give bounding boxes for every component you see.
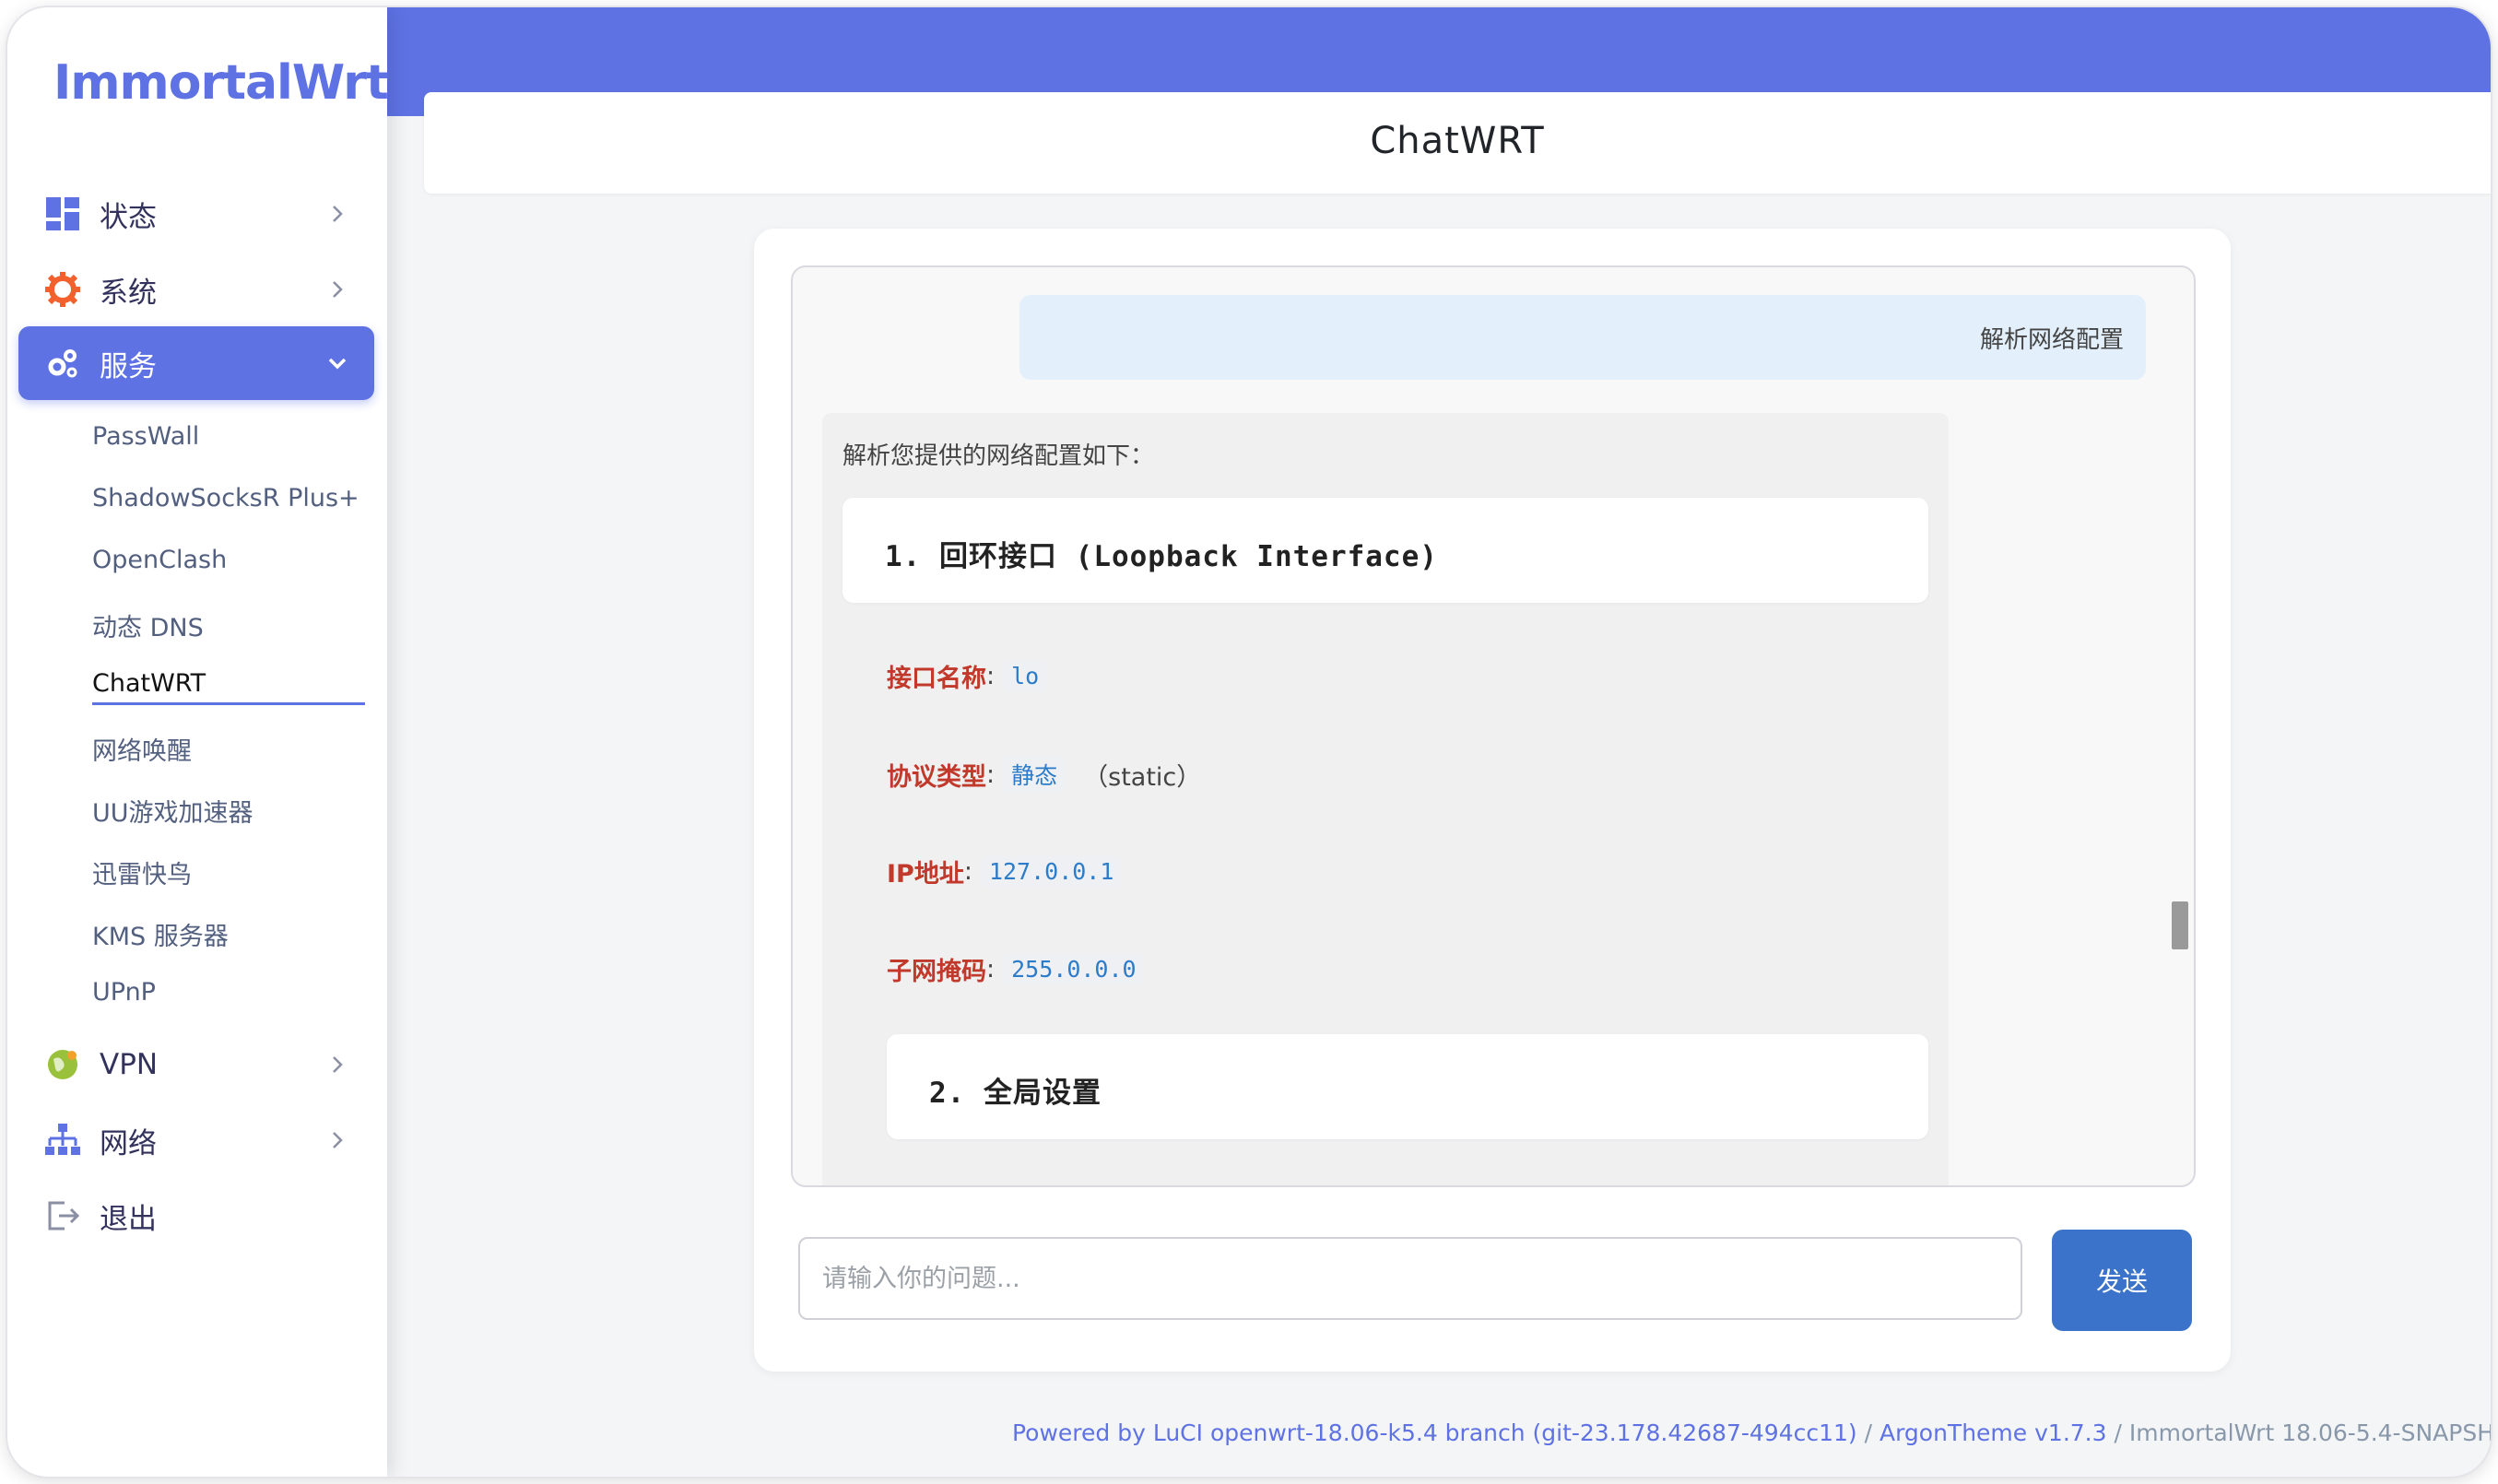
sidebar-item-label: VPN [100,1048,159,1081]
submenu-item-ddns[interactable]: 动态 DNS [92,607,204,643]
sidebar-item-label: 网络 [100,1126,157,1160]
field-note: （static） [1083,762,1202,792]
send-button[interactable]: 发送 [2052,1230,2192,1331]
title-card: ChatWRT [424,92,2491,194]
field-value: 255.0.0.0 [1004,954,1144,984]
footer-separator: / [2106,1419,2129,1446]
dashboard-icon [46,197,79,230]
submenu-item-passwall[interactable]: PassWall [92,422,199,451]
submenu-item-xunlei[interactable]: 迅雷快鸟 [92,854,192,890]
sidebar: ImmortalWrt 状态 系统 服务 PassWall ShadowSock… [7,7,389,1477]
section-heading: 1. 回环接口 (Loopback Interface) [885,540,1438,573]
browser-frame: ImmortalWrt 状态 系统 服务 PassWall ShadowSock… [7,7,2491,1477]
sidebar-item-label: 服务 [100,349,157,383]
config-field: IP地址: 127.0.0.1 [887,854,1122,889]
chat-panel: 解析网络配置 解析您提供的网络配置如下： 1. 回环接口 (Loopback I… [754,229,2231,1372]
submenu-item-chatwrt[interactable]: ChatWRT [92,669,206,698]
config-field: 协议类型: 静态 （static） [887,756,1201,793]
chevron-down-icon [328,358,347,370]
logo: ImmortalWrt [53,55,389,111]
section-heading: 2. 全局设置 [929,1077,1102,1110]
page-title: ChatWRT [1370,120,1545,162]
field-key: 协议类型 [887,762,986,792]
footer-separator: / [1856,1419,1879,1446]
field-key: 接口名称 [887,665,986,693]
sidebar-item-network[interactable]: 网络 [18,1103,374,1177]
config-field: 子网掩码: 255.0.0.0 [887,951,1144,987]
field-key: IP地址 [887,860,964,889]
submenu-item-upnp[interactable]: UPnP [92,978,156,1007]
bot-message: 解析您提供的网络配置如下： 1. 回环接口 (Loopback Interfac… [822,413,1949,1185]
section-heading-card: 1. 回环接口 (Loopback Interface) [842,498,1928,603]
active-submenu-underline [92,702,365,705]
scrollbar-thumb[interactable] [2172,901,2188,949]
sidebar-item-status[interactable]: 状态 [18,177,374,251]
user-message: 解析网络配置 [1019,295,2146,380]
chat-history[interactable]: 解析网络配置 解析您提供的网络配置如下： 1. 回环接口 (Loopback I… [791,265,2196,1187]
chevron-right-icon [333,206,343,222]
sidebar-item-label: 状态 [100,200,157,234]
field-value: 静态 [1004,756,1066,793]
submenu-item-openclash[interactable]: OpenClash [92,546,227,574]
question-input[interactable] [798,1237,2022,1320]
field-value: 127.0.0.1 [981,856,1122,887]
gears-icon [48,349,77,378]
chevron-right-icon [333,1056,343,1073]
sidebar-item-logout[interactable]: 退出 [18,1179,374,1253]
sidebar-item-label: 系统 [100,276,157,310]
field-key: 子网掩码 [887,958,986,986]
field-value: lo [1004,661,1047,691]
submenu-item-kms[interactable]: KMS 服务器 [92,916,229,952]
section-heading-card: 2. 全局设置 [887,1034,1928,1139]
bot-intro-text: 解析您提供的网络配置如下： [842,442,1155,470]
sitemap-icon [45,1124,80,1155]
gear-icon [45,272,80,307]
user-message-text: 解析网络配置 [1979,326,2124,354]
luci-link[interactable]: Powered by LuCI openwrt-18.06-k5.4 branc… [1012,1419,1857,1446]
chevron-right-icon [333,281,343,298]
sidebar-item-label: 退出 [100,1202,157,1236]
chevron-right-icon [333,1132,343,1148]
firmware-version: ImmortalWrt 18.06-5.4-SNAPSHOT r11928-ae… [2128,1419,2491,1446]
sidebar-item-system[interactable]: 系统 [18,253,374,326]
globe-icon [48,1050,77,1079]
sidebar-item-services[interactable]: 服务 [18,326,374,400]
footer: Powered by LuCI openwrt-18.06-k5.4 branc… [1012,1419,2491,1446]
submenu-item-uu[interactable]: UU游戏加速器 [92,793,253,829]
sidebar-item-vpn[interactable]: VPN [18,1028,374,1101]
submenu-item-ssr-plus[interactable]: ShadowSocksR Plus+ [92,484,359,512]
config-field: 接口名称: lo [887,658,1047,694]
submenu-item-wol[interactable]: 网络唤醒 [92,731,192,767]
logout-icon [48,1201,80,1231]
theme-link[interactable]: ArgonTheme v1.7.3 [1879,1419,2107,1446]
